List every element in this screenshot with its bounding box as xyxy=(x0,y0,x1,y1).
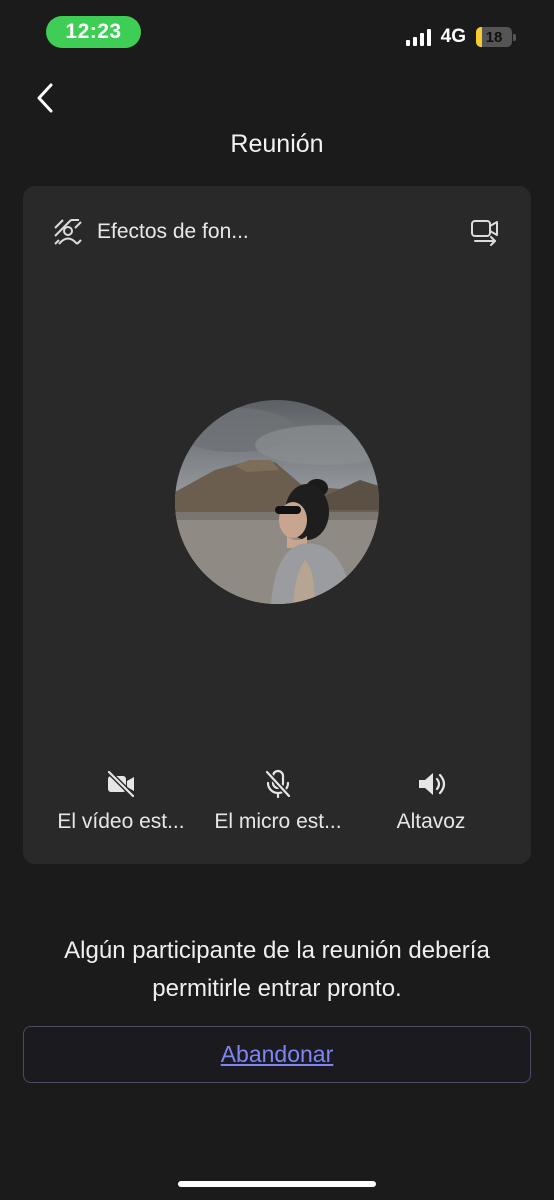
switch-camera-button[interactable] xyxy=(469,216,501,248)
mic-status-label: El micro est... xyxy=(214,810,342,833)
lobby-notice: Algún participante de la reunión debería… xyxy=(64,937,490,1002)
battery-icon: 18 xyxy=(476,27,516,47)
battery-level: 18 xyxy=(485,28,503,46)
status-indicators: 4G 18 xyxy=(405,24,516,50)
leave-button[interactable]: Abandonar xyxy=(23,1026,531,1083)
video-status-label: El vídeo est... xyxy=(57,810,185,833)
leave-button-label: Abandonar xyxy=(220,1041,334,1067)
status-time: 12:23 xyxy=(46,16,141,48)
speaker-icon xyxy=(419,773,446,795)
mic-toggle-button[interactable]: El micro est... xyxy=(203,768,353,834)
home-indicator[interactable] xyxy=(178,1181,376,1187)
speaker-label: Altavoz xyxy=(396,810,466,833)
background-effects-label: Efectos de fon... xyxy=(97,220,249,243)
profile-photo xyxy=(175,400,379,604)
media-controls: El vídeo est... El micro est... Altavoz xyxy=(23,768,531,838)
page-title: Reunión xyxy=(230,130,324,158)
background-effects-icon xyxy=(54,219,82,245)
video-preview-card: Efectos de fon... El vídeo est... El mic… xyxy=(23,186,531,864)
background-effects-button[interactable]: Efectos de fon... xyxy=(53,216,249,248)
speaker-button[interactable]: Altavoz xyxy=(371,768,491,834)
avatar xyxy=(175,400,379,604)
video-off-icon xyxy=(107,770,135,798)
switch-camera-icon xyxy=(471,220,498,246)
back-button[interactable] xyxy=(30,80,60,116)
cellular-signal-icon xyxy=(405,28,431,46)
chevron-left-icon xyxy=(37,83,53,113)
network-type: 4G xyxy=(440,26,466,47)
video-toggle-button[interactable]: El vídeo est... xyxy=(51,768,191,834)
mic-off-icon xyxy=(265,769,291,799)
